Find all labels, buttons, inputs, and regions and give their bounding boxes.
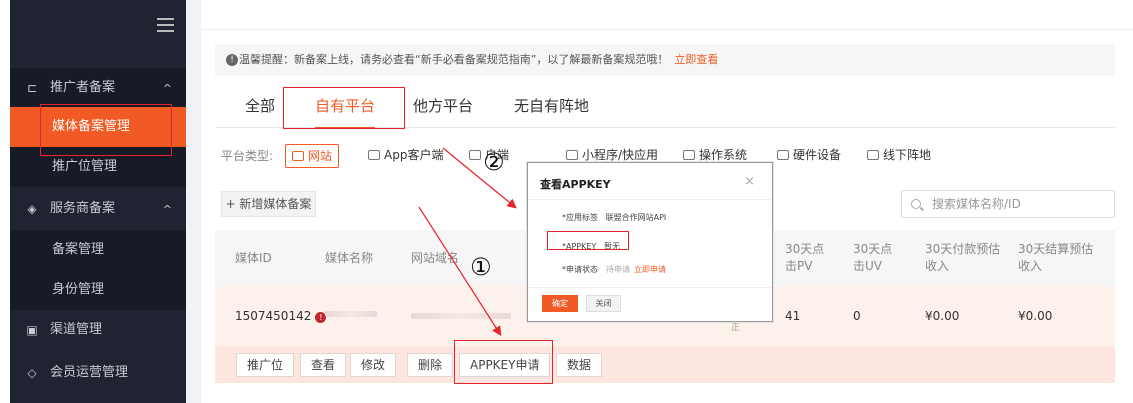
arrow-to-modal <box>442 147 517 209</box>
arrow-to-appkey-button <box>418 206 502 337</box>
annotation-arrows <box>418 147 517 337</box>
page: { "sidebar": { "items": [ {"label": "推广者… <box>0 0 1133 403</box>
